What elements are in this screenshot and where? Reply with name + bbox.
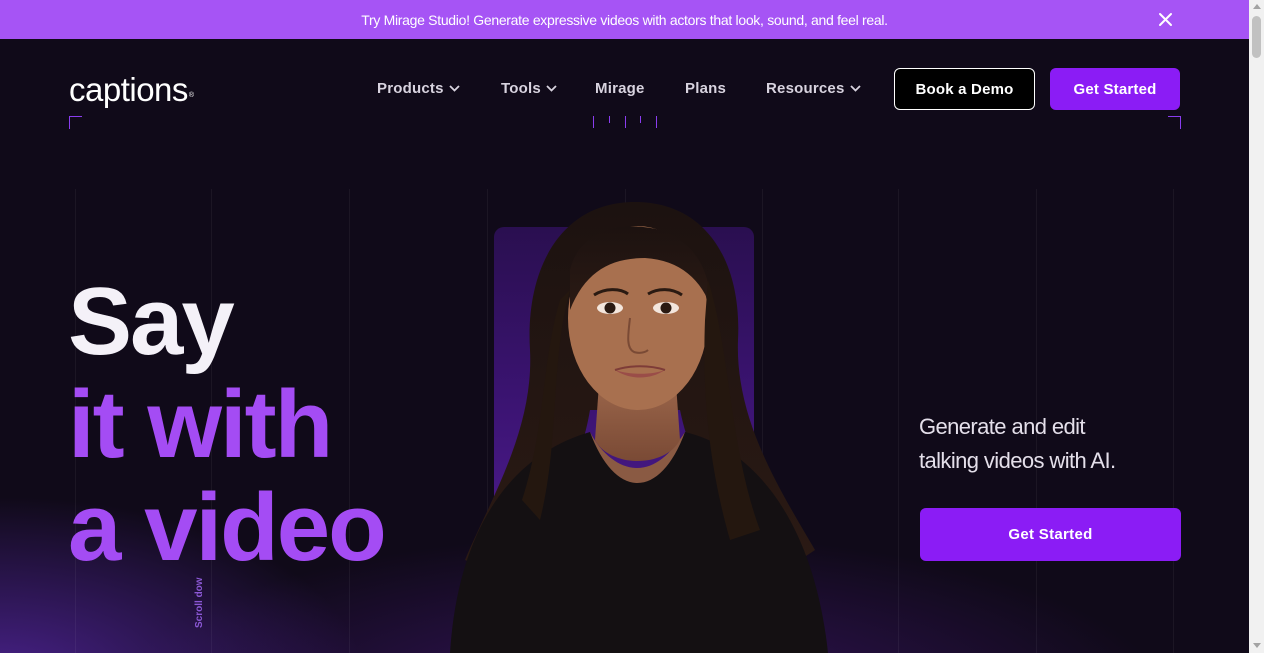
scroll-down-arrow-icon[interactable] [1253,643,1261,648]
headline-line-3: a video [68,474,387,581]
headline-line-2: it with [68,371,333,478]
nav-plans[interactable]: Plans [685,80,726,97]
logo-registered-mark: ® [188,92,194,99]
tagline-line-1: Generate and edit [919,414,1086,439]
ruler-tick [609,116,610,123]
corner-mark [69,116,82,129]
book-demo-button[interactable]: Book a Demo [894,68,1035,110]
chevron-down-icon [546,85,557,92]
hero-get-started-button[interactable]: Get Started [920,508,1181,561]
nav-label: Plans [685,80,727,97]
scrollbar-thumb[interactable] [1252,16,1261,58]
hero-tagline: Generate and edit talking videos with AI… [919,410,1179,478]
announcement-bar: Try Mirage Studio! Generate expressive v… [0,0,1249,39]
ruler-tick [656,116,657,128]
logo-text: captions [69,71,188,108]
nav-mirage[interactable]: Mirage [595,80,645,97]
ruler-tick [640,116,641,123]
nav-resources[interactable]: Resources [766,80,861,97]
chevron-down-icon [448,85,460,92]
page-scrollbar[interactable] [1249,0,1264,653]
presenter-portrait [450,202,828,653]
ruler-tick [625,116,626,128]
announcement-text[interactable]: Try Mirage Studio! Generate expressive v… [361,12,888,28]
scroll-up-arrow-icon[interactable] [1253,4,1261,9]
captions-logo[interactable]: captions® [69,70,194,110]
ruler-tick [593,116,594,128]
tagline-line-2: talking videos with AI. [919,448,1116,473]
nav-products[interactable]: Products [377,80,460,97]
nav-label: Mirage [595,80,645,97]
nav-label: Resources [766,80,845,97]
grid-line [349,189,350,653]
nav-label: Products [377,80,444,97]
grid-line [898,189,899,653]
close-icon[interactable] [1156,10,1175,29]
nav-tools[interactable]: Tools [501,80,557,97]
nav-label: Tools [501,80,541,97]
chevron-down-icon [849,85,861,92]
corner-mark [1168,116,1181,129]
get-started-button[interactable]: Get Started [1050,68,1180,110]
page-viewport: Try Mirage Studio! Generate expressive v… [0,0,1249,653]
scroll-down-hint[interactable]: Scroll dow [194,568,205,628]
headline-line-1: Say [68,268,235,375]
